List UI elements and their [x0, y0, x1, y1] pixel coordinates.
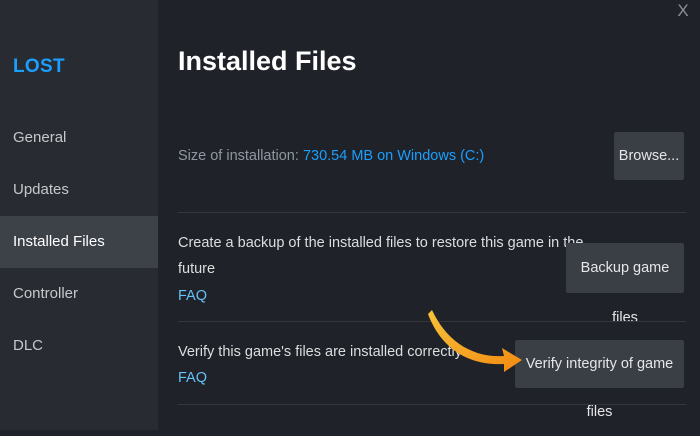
page-title: Installed Files	[178, 46, 357, 76]
size-value: 730.54 MB on Windows (C:)	[302, 148, 485, 164]
close-icon[interactable]: X	[674, 2, 692, 20]
sidebar: LOST General Updates Installed Files Con…	[0, 0, 158, 430]
game-title: LOST	[13, 56, 65, 77]
verify-faq-link[interactable]: FAQ	[178, 370, 207, 386]
backup-faq-link[interactable]: FAQ	[178, 288, 207, 304]
backup-description: Create a backup of the installed files t…	[178, 230, 583, 282]
pointer-arrow-icon	[428, 310, 522, 372]
sidebar-item-installed-files[interactable]: Installed Files	[0, 216, 158, 268]
size-label: Size of installation:	[178, 148, 299, 164]
backup-description-line-1: Create a backup of the installed files t…	[178, 235, 584, 251]
verify-integrity-button[interactable]: Verify integrity of game files	[515, 340, 684, 420]
sidebar-item-updates[interactable]: Updates	[0, 164, 158, 216]
sidebar-item-controller[interactable]: Controller	[0, 268, 158, 320]
browse-button[interactable]: Browse...	[614, 132, 684, 180]
size-of-installation: Size of installation: 730.54 MB on Windo…	[178, 148, 484, 164]
backup-description-line-2: future	[178, 261, 216, 277]
backup-game-files-button[interactable]: Backup game files	[566, 243, 684, 326]
sidebar-item-dlc[interactable]: DLC	[0, 320, 158, 372]
divider	[178, 212, 686, 213]
sidebar-item-general[interactable]: General	[0, 112, 158, 164]
divider	[178, 404, 686, 405]
verify-description: Verify this game's files are installed c…	[178, 344, 463, 360]
